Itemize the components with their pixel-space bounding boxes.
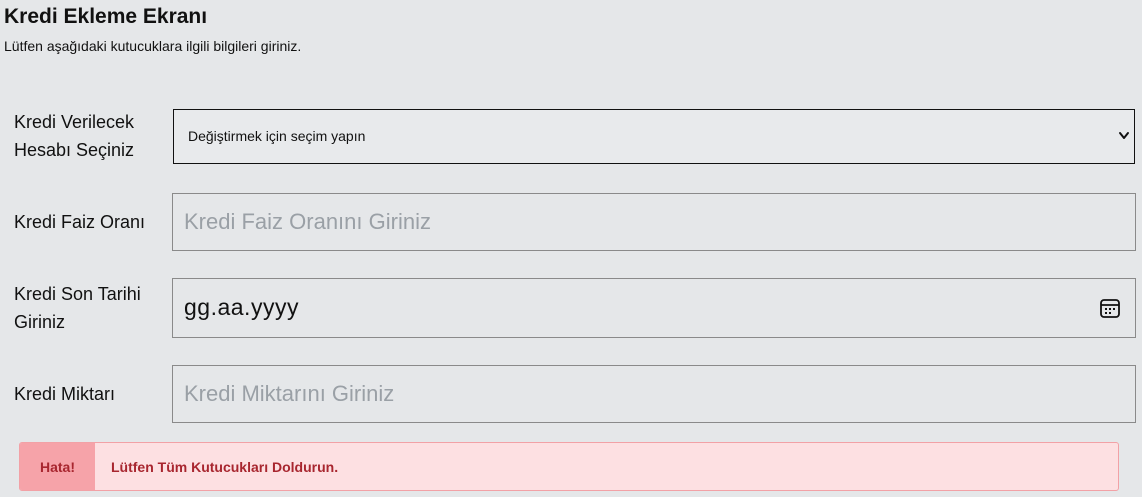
page-title: Kredi Ekleme Ekranı bbox=[4, 5, 208, 28]
due-date-label-line2: Giriniz bbox=[14, 312, 66, 332]
interest-label: Kredi Faiz Oranı bbox=[14, 212, 146, 232]
page-subtitle: Lütfen aşağıdaki kutucuklara ilgili bilg… bbox=[4, 38, 302, 54]
amount-input[interactable]: Kredi Miktarını Giriniz bbox=[172, 365, 1136, 423]
error-alert: Hata! Lütfen Tüm Kutucukları Doldurun. bbox=[19, 442, 1119, 491]
amount-label: Kredi Miktarı bbox=[14, 384, 116, 404]
account-label-line2: Hesabı Seçiniz bbox=[14, 140, 135, 160]
interest-input[interactable]: Kredi Faiz Oranını Giriniz bbox=[172, 193, 1136, 251]
amount-placeholder: Kredi Miktarını Giriniz bbox=[184, 381, 395, 406]
calendar-icon[interactable] bbox=[1099, 297, 1121, 319]
account-select[interactable]: Değiştirmek için seçim yapın bbox=[173, 109, 1135, 164]
alert-message: Lütfen Tüm Kutucukları Doldurun. bbox=[111, 459, 339, 475]
account-label: Kredi Verilecek Hesabı Seçiniz bbox=[14, 108, 164, 164]
due-date-label: Kredi Son Tarihi Giriniz bbox=[14, 280, 164, 336]
account-select-value: Değiştirmek için seçim yapın bbox=[188, 128, 366, 144]
due-date-label-line1: Kredi Son Tarihi bbox=[14, 284, 141, 304]
due-date-input[interactable]: gg.aa.yyyy bbox=[172, 278, 1136, 338]
due-date-value: gg.aa.yyyy bbox=[184, 294, 299, 320]
alert-tag: Hata! bbox=[20, 443, 95, 490]
account-label-line1: Kredi Verilecek bbox=[14, 112, 135, 132]
interest-placeholder: Kredi Faiz Oranını Giriniz bbox=[184, 209, 431, 234]
chevron-down-icon bbox=[1119, 132, 1129, 139]
